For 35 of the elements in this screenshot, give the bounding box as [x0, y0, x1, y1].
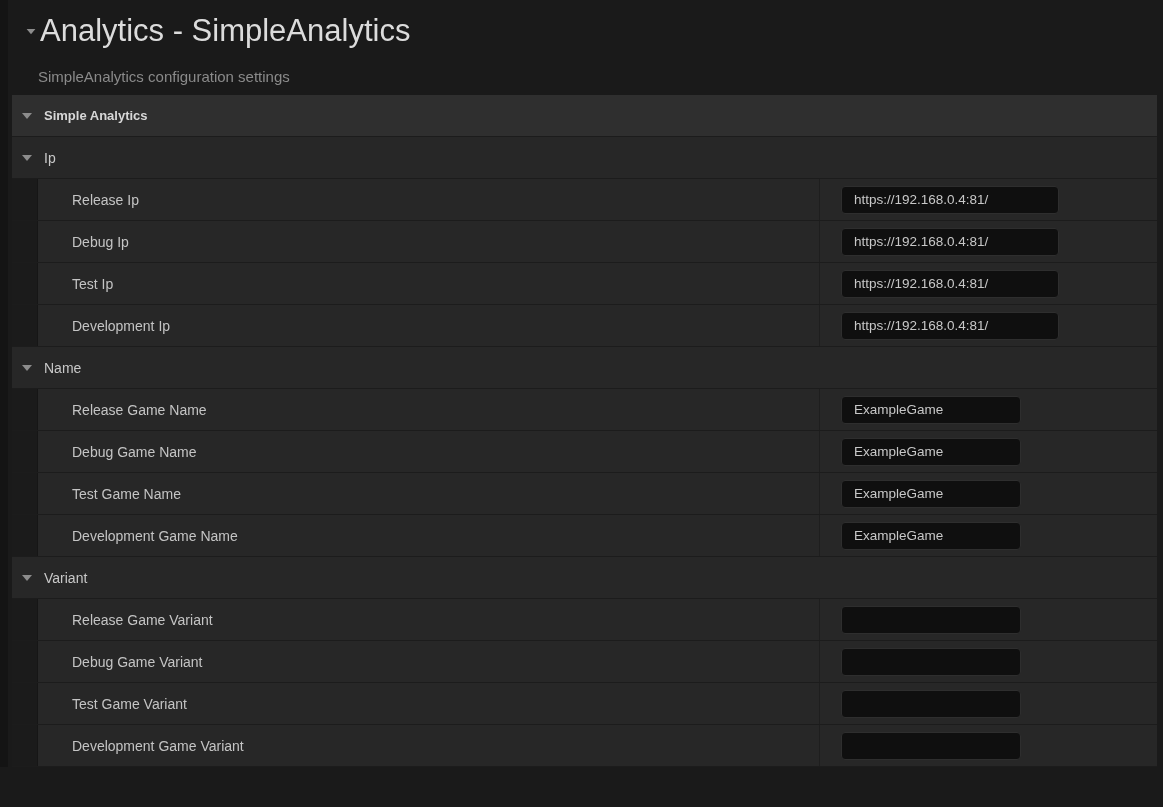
- group-label: Ip: [44, 149, 56, 166]
- text-field[interactable]: https://192.168.0.4:81/: [841, 227, 1059, 256]
- collapse-arrow-icon[interactable]: [22, 111, 32, 120]
- text-field[interactable]: https://192.168.0.4:81/: [841, 185, 1059, 214]
- category-label: Simple Analytics: [44, 108, 148, 123]
- text-field[interactable]: ExampleGame: [841, 479, 1021, 508]
- text-field[interactable]: https://192.168.0.4:81/: [841, 311, 1059, 340]
- property-label: Test Ip: [72, 275, 114, 292]
- property-label: Release Game Variant: [72, 611, 213, 628]
- text-field[interactable]: ExampleGame: [841, 395, 1021, 424]
- property-label: Debug Game Variant: [72, 653, 203, 670]
- description: SimpleAnalytics configuration settings: [38, 68, 290, 85]
- property-label: Debug Game Name: [72, 443, 197, 460]
- property-label: Test Game Variant: [72, 695, 187, 712]
- collapse-arrow-icon[interactable]: [22, 153, 32, 162]
- collapse-arrow-icon[interactable]: [22, 363, 32, 372]
- text-field[interactable]: [841, 731, 1021, 760]
- property-label: Development Game Variant: [72, 737, 244, 754]
- collapse-arrow-icon[interactable]: [26, 27, 36, 35]
- property-label: Release Game Name: [72, 401, 207, 418]
- property-label: Development Ip: [72, 317, 171, 334]
- property-label: Test Game Name: [72, 485, 181, 502]
- text-field[interactable]: [841, 689, 1021, 718]
- property-label: Development Game Name: [72, 527, 238, 544]
- section-title: Analytics - SimpleAnalytics: [40, 13, 411, 49]
- text-field[interactable]: [841, 605, 1021, 634]
- text-field[interactable]: https://192.168.0.4:81/: [841, 269, 1059, 298]
- group-label: Variant: [44, 569, 88, 586]
- property-label: Release Ip: [72, 191, 139, 208]
- collapse-arrow-icon[interactable]: [22, 573, 32, 582]
- text-field[interactable]: [841, 647, 1021, 676]
- text-field[interactable]: ExampleGame: [841, 437, 1021, 466]
- text-field[interactable]: ExampleGame: [841, 521, 1021, 550]
- group-label: Name: [44, 359, 82, 376]
- property-label: Debug Ip: [72, 233, 129, 250]
